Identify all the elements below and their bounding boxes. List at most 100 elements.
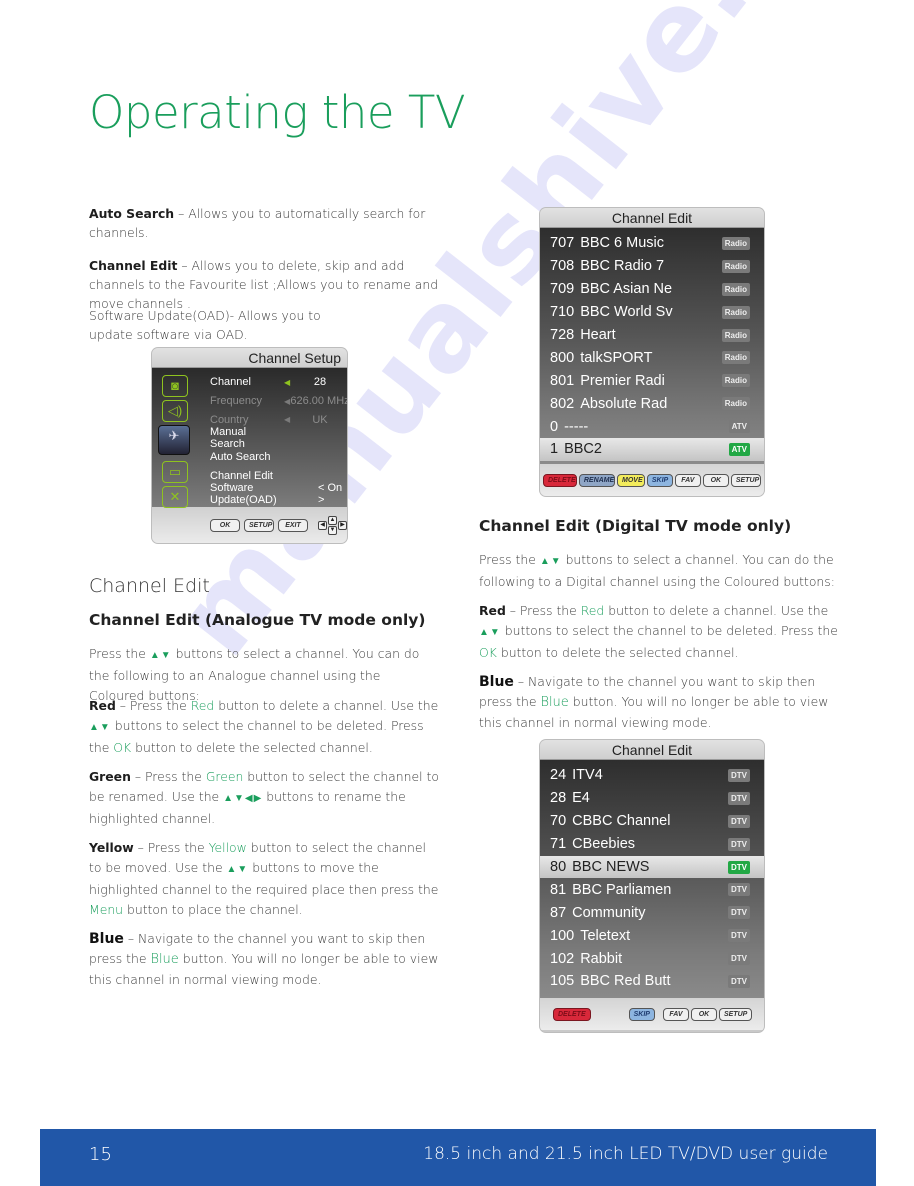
- channel-row[interactable]: 24 ITV4 DTV: [540, 764, 764, 787]
- channel-type-badge: Radio: [721, 237, 750, 250]
- sound-icon[interactable]: ◁): [162, 400, 188, 422]
- channel-row[interactable]: 708 BBC Radio 7 Radio: [540, 255, 764, 278]
- text: – Press the: [505, 603, 581, 618]
- menu-item[interactable]: Software Update(OAD) < On >: [202, 482, 347, 507]
- software-update-description: Software Update(OAD)- Allows you to upda…: [89, 308, 321, 342]
- delete-key[interactable]: DELETE: [553, 1007, 591, 1021]
- channel-row[interactable]: 1 BBC2 ATV: [540, 438, 764, 461]
- channel-row[interactable]: 710 BBC World Sv Radio: [540, 301, 764, 324]
- picture-icon[interactable]: ◙: [162, 375, 188, 397]
- term: Red: [479, 603, 506, 618]
- delete-key[interactable]: DELETE: [543, 473, 577, 487]
- nav-keys: ◀ ▲ ▼ ▶: [318, 515, 347, 535]
- channel-number: 728: [550, 327, 575, 343]
- channel-row[interactable]: 0 ----- ATV: [540, 415, 764, 438]
- analogue-green: Green – Press the Green button to select…: [89, 767, 439, 829]
- analogue-red: Red – Press the Red button to delete a c…: [89, 696, 439, 758]
- channel-row[interactable]: 801 Premier Radi Radio: [540, 369, 764, 392]
- page-number: 15: [89, 1144, 112, 1165]
- menu-title: Channel Setup: [152, 348, 347, 368]
- channel-row[interactable]: 87 Community DTV: [540, 901, 764, 924]
- channel-name: talkSPORT: [580, 349, 653, 366]
- channel-name: E4: [572, 790, 590, 807]
- channel-type-badge: DTV: [728, 814, 750, 828]
- guide-title: 18.5 inch and 21.5 inch LED TV/DVD user …: [423, 1144, 828, 1164]
- channel-row[interactable]: 28 E4 DTV: [540, 787, 764, 810]
- channel-number: 0: [550, 418, 559, 435]
- key-name: OK: [113, 740, 132, 755]
- tools-icon[interactable]: ✕: [162, 486, 188, 508]
- menu-item-value: < On >: [318, 482, 343, 507]
- term: Channel Edit: [89, 258, 178, 273]
- menu-item[interactable]: Auto Search▶: [202, 448, 347, 467]
- right-arrow-icon[interactable]: ▶: [338, 520, 347, 530]
- move-key[interactable]: MOVE: [617, 473, 645, 487]
- channel-row[interactable]: 81 BBC Parliamen DTV: [540, 878, 764, 901]
- channel-row[interactable]: 100 Teletext DTV: [540, 924, 764, 947]
- menu-item[interactable]: Channel◀28▶: [202, 373, 347, 392]
- menu-item-label: Channel: [210, 376, 251, 389]
- channel-satellite-icon[interactable]: ✈: [158, 425, 190, 455]
- channel-row[interactable]: 800 talkSPORT Radio: [540, 346, 764, 369]
- panel-title: Channel Edit: [540, 208, 764, 228]
- term: Blue: [479, 674, 514, 690]
- screen-icon[interactable]: ▭: [162, 461, 188, 483]
- menu-item-label: Channel Edit: [210, 469, 273, 482]
- up-down-arrows-icon: ▲▼: [479, 627, 501, 638]
- menu-item-value: 28: [313, 376, 327, 389]
- channel-number: 802: [550, 395, 575, 412]
- channel-name: -----: [564, 418, 589, 435]
- menu-item[interactable]: Manual Search▶: [202, 426, 347, 450]
- key-name: Menu: [89, 902, 124, 917]
- channel-row[interactable]: 80 BBC NEWS DTV: [540, 855, 764, 879]
- channel-row[interactable]: 70 CBBC Channel DTV: [540, 810, 764, 833]
- menu-item-value: UK: [312, 413, 328, 426]
- skip-key[interactable]: SKIP: [646, 473, 673, 487]
- arrows-icon: ▲▼◀▶: [223, 793, 263, 804]
- analogue-yellow: Yellow – Press the Yellow button to sele…: [89, 838, 439, 920]
- setup-key[interactable]: SETUP: [730, 473, 761, 487]
- rename-key[interactable]: RENAME: [578, 473, 616, 487]
- ok-key[interactable]: OK: [210, 518, 240, 532]
- channel-type-badge: DTV: [728, 791, 750, 805]
- up-arrow-icon[interactable]: ▲: [328, 515, 337, 525]
- key-name: Green: [205, 769, 244, 784]
- channel-row[interactable]: 709 BBC Asian Ne Radio: [540, 278, 764, 301]
- text: Press the: [89, 646, 150, 661]
- menu-item-label: Country: [210, 413, 249, 426]
- setup-key[interactable]: SETUP: [718, 1007, 753, 1021]
- key-name: OK: [479, 645, 497, 660]
- ok-key[interactable]: OK: [690, 1007, 717, 1021]
- fav-key[interactable]: FAV: [662, 1007, 689, 1021]
- up-down-arrows-icon: ▲▼: [539, 556, 562, 567]
- exit-key[interactable]: EXIT: [278, 518, 308, 532]
- term: Red: [89, 698, 116, 713]
- channel-row[interactable]: 102 Rabbit DTV: [540, 947, 764, 970]
- setup-key[interactable]: SETUP: [244, 518, 274, 532]
- channel-row[interactable]: 707 BBC 6 Music Radio: [540, 232, 764, 255]
- channel-type-badge: DTV: [728, 769, 750, 782]
- analogue-blue: Blue – Navigate to the channel you want …: [89, 929, 439, 990]
- page-footer: 15 18.5 inch and 21.5 inch LED TV/DVD us…: [40, 1129, 876, 1186]
- channel-name: Premier Radi: [580, 372, 665, 389]
- channel-number: 80: [550, 859, 567, 875]
- skip-key[interactable]: SKIP: [628, 1007, 655, 1021]
- page-title: Operating the TV: [89, 86, 466, 139]
- channel-row[interactable]: 105 BBC Red Butt DTV: [540, 970, 764, 993]
- channel-name: ITV4: [572, 767, 603, 784]
- channel-row[interactable]: 802 Absolute Rad Radio: [540, 392, 764, 415]
- channel-name: BBC Radio 7: [580, 258, 665, 275]
- left-arrow-icon[interactable]: ◀: [318, 520, 327, 530]
- fav-key[interactable]: FAV: [674, 473, 701, 487]
- channel-type-badge: DTV: [728, 837, 750, 851]
- channel-row[interactable]: 71 CBeebies DTV: [540, 833, 764, 856]
- down-arrow-icon[interactable]: ▼: [328, 525, 337, 535]
- ok-key[interactable]: OK: [702, 473, 729, 487]
- channel-number: 87: [550, 904, 567, 921]
- channel-setup-menu: Channel Setup ◙ ◁) ✈ ▭ ✕ Channel◀28▶Freq…: [152, 348, 347, 543]
- menu-item[interactable]: Frequency◀626.00 MHz▶: [202, 392, 347, 411]
- channel-list: 24 ITV4 DTV 28 E4 DTV 70 CBBC Channel DTV 71 CBeeb…: [540, 760, 764, 998]
- menu-item-label: Software Update(OAD): [210, 482, 277, 507]
- channel-type-badge: Radio: [721, 374, 750, 388]
- channel-row[interactable]: 728 Heart Radio: [540, 324, 764, 347]
